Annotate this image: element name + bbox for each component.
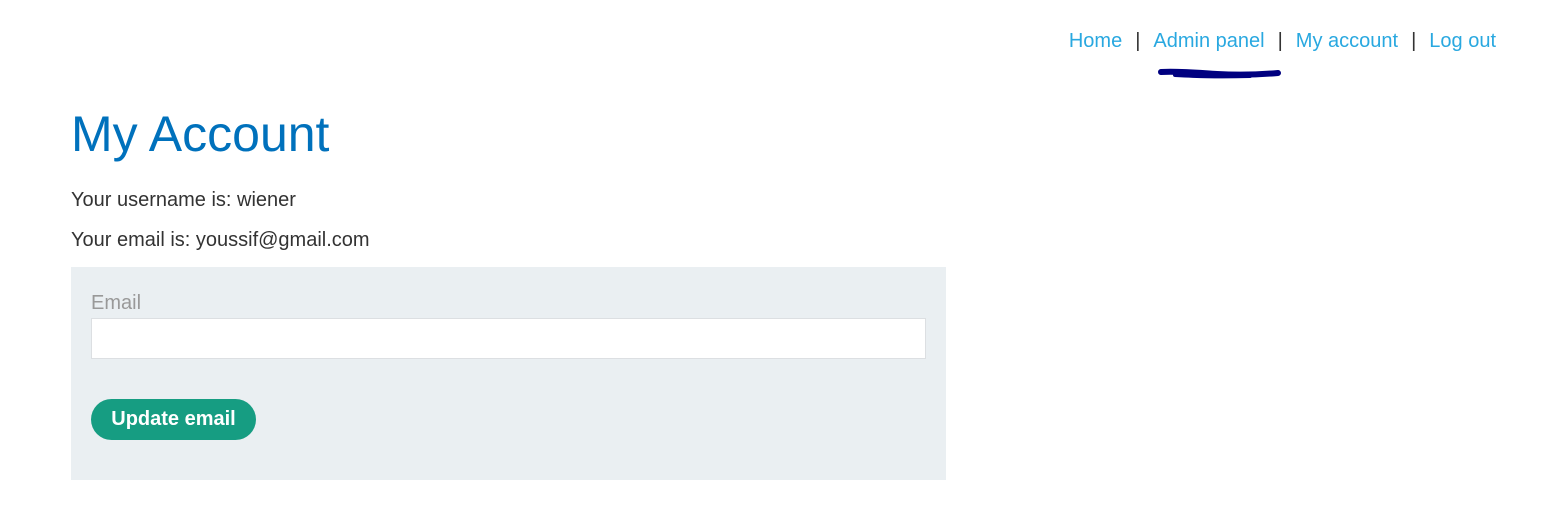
update-email-button[interactable]: Update email (91, 399, 256, 440)
username-text: Your username is: wiener (71, 189, 296, 211)
change-email-form: Email Update email (71, 267, 946, 480)
annotation-underline-scribble (1158, 68, 1281, 79)
nav-separator: | (1135, 30, 1141, 52)
email-input[interactable] (91, 318, 926, 359)
nav-link-home[interactable]: Home (1069, 29, 1122, 53)
page-title: My Account (71, 106, 330, 162)
nav-separator: | (1277, 30, 1283, 52)
nav-separator: | (1411, 30, 1417, 52)
page: Home | Admin panel | My account | Log ou… (0, 0, 1560, 515)
top-nav: Home | Admin panel | My account | Log ou… (1069, 29, 1496, 53)
email-text: Your email is: youssif@gmail.com (71, 229, 370, 251)
email-field-label: Email (91, 292, 142, 314)
nav-link-admin-panel[interactable]: Admin panel (1153, 29, 1264, 53)
nav-link-log-out[interactable]: Log out (1429, 29, 1496, 53)
nav-link-my-account[interactable]: My account (1296, 29, 1398, 53)
